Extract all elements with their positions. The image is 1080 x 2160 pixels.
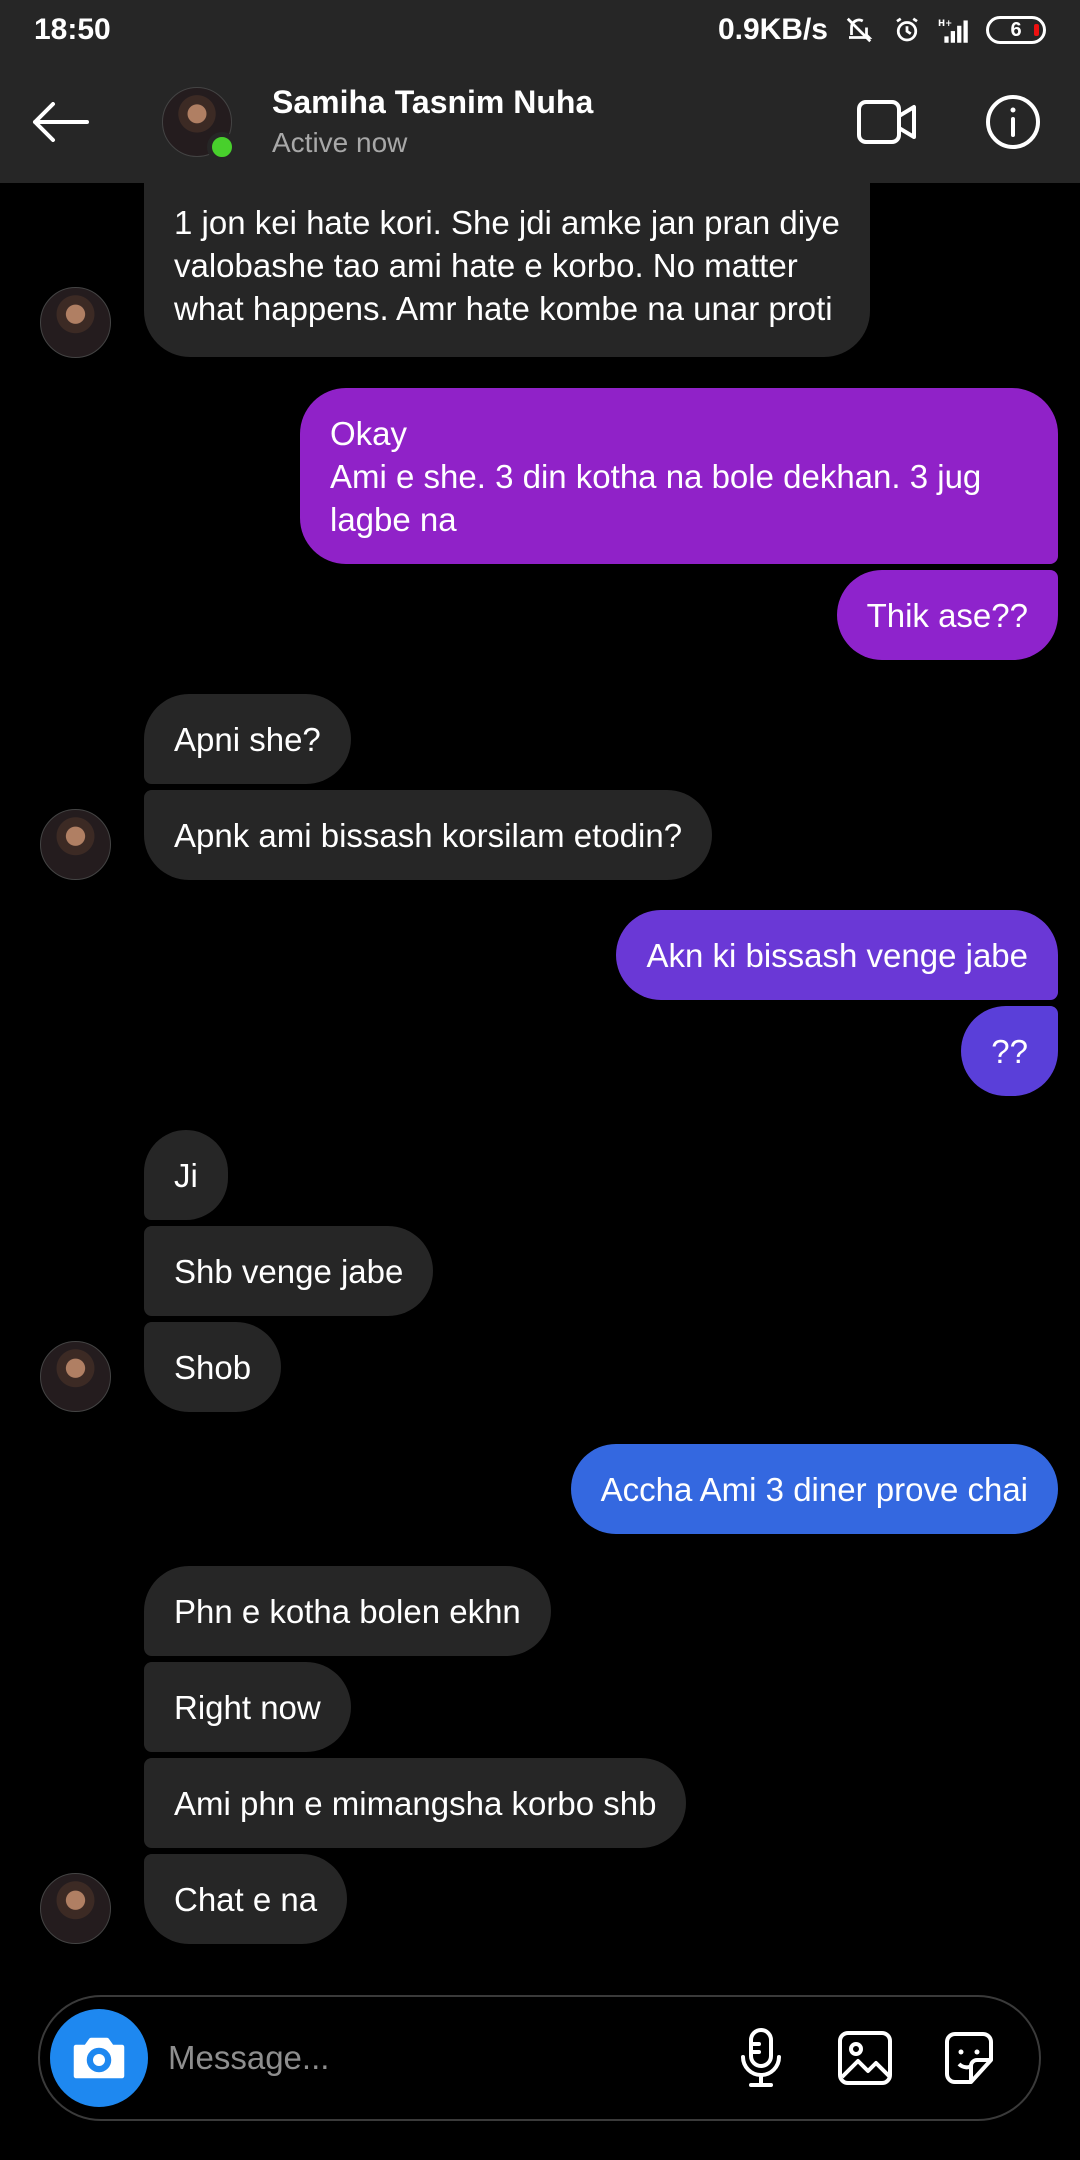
message-line: Shob xyxy=(174,1348,252,1386)
contact-avatar[interactable] xyxy=(162,86,237,162)
message-bubble-incoming[interactable]: Shb venge jabe xyxy=(144,1226,434,1316)
sender-avatar[interactable] xyxy=(40,1873,111,1944)
message-list[interactable]: 1 jon kei hate kori. She jdi amke jan pr… xyxy=(0,183,1080,1983)
message-line: Akn ki bissash venge jabe xyxy=(646,936,1028,974)
message-bubble-incoming[interactable]: Ji xyxy=(144,1130,228,1220)
message-line: 1 jon kei hate kori. She jdi amke jan pr… xyxy=(174,203,840,241)
message-bubble-incoming[interactable]: Apnk ami bissash korsilam etodin? xyxy=(144,790,713,880)
status-time: 18:50 xyxy=(34,13,111,46)
back-button[interactable] xyxy=(30,91,92,153)
battery-icon: 6 xyxy=(986,16,1046,44)
sender-avatar[interactable] xyxy=(40,809,111,880)
message-line: valobashe tao ami hate e korbo. No matte… xyxy=(174,246,798,284)
message-line: what happens. Amr hate kombe na unar pro… xyxy=(174,289,833,327)
message-line: Phn e kotha bolen ekhn xyxy=(174,1592,521,1630)
message-line: Ami phn e mimangsha korbo shb xyxy=(174,1784,657,1822)
mute-icon xyxy=(842,13,876,47)
message-line: Ami e she. 3 din kotha na bole dekhan. 3… xyxy=(330,457,982,495)
gallery-button[interactable] xyxy=(835,2028,895,2088)
contact-name: Samiha Tasnim Nuha xyxy=(272,84,594,120)
composer-actions xyxy=(731,2028,1029,2088)
message-line: Okay xyxy=(330,414,408,452)
message-line: ?? xyxy=(991,1032,1028,1070)
chat-header: Samiha Tasnim Nuha Active now xyxy=(0,60,1080,183)
battery-level: 6 xyxy=(1010,18,1022,41)
contact-info[interactable]: Samiha Tasnim Nuha Active now xyxy=(272,84,593,159)
contact-status: Active now xyxy=(272,127,408,158)
message-line: lagbe na xyxy=(330,500,457,538)
network-speed: 0.9KB/s xyxy=(717,13,828,46)
message-line: Ji xyxy=(174,1156,198,1194)
message-bubble-outgoing[interactable]: Akn ki bissash venge jabe xyxy=(616,910,1058,1000)
status-indicators: 0.9KB/s H+ 6 xyxy=(718,13,1046,47)
message-bubble-incoming[interactable]: Chat e na xyxy=(144,1854,348,1944)
message-bubble-outgoing[interactable]: Okay Ami e she. 3 din kotha na bole dekh… xyxy=(300,388,1058,564)
message-bubble-incoming[interactable]: Right now xyxy=(144,1662,351,1752)
message-bubble-outgoing[interactable]: Thik ase?? xyxy=(836,570,1058,660)
signal-icon: H+ xyxy=(938,13,972,47)
message-bubble-outgoing[interactable]: Accha Ami 3 diner prove chai xyxy=(570,1444,1058,1534)
message-composer xyxy=(38,1995,1041,2121)
message-line: Chat e na xyxy=(174,1880,318,1918)
message-line: Right now xyxy=(174,1688,321,1726)
header-actions xyxy=(856,91,1050,153)
message-bubble-outgoing[interactable]: ?? xyxy=(961,1006,1058,1096)
video-call-button[interactable] xyxy=(856,91,918,153)
message-bubble-incoming[interactable]: Ami phn e mimangsha korbo shb xyxy=(144,1758,687,1848)
alarm-icon xyxy=(890,13,924,47)
status-bar: 18:50 0.9KB/s H+ 6 xyxy=(0,0,1080,60)
sticker-button[interactable] xyxy=(939,2028,999,2088)
sender-avatar[interactable] xyxy=(40,287,111,358)
svg-text:H+: H+ xyxy=(938,19,952,29)
message-bubble-incoming[interactable]: Apni she? xyxy=(144,694,351,784)
message-bubble-incoming[interactable]: Shob xyxy=(144,1322,282,1412)
online-indicator xyxy=(207,131,237,162)
microphone-button[interactable] xyxy=(731,2028,791,2088)
message-bubble-incoming[interactable]: 1 jon kei hate kori. She jdi amke jan pr… xyxy=(144,183,870,357)
message-line: Accha Ami 3 diner prove chai xyxy=(600,1470,1028,1508)
message-line: Apni she? xyxy=(174,720,321,758)
message-line: Shb venge jabe xyxy=(174,1252,404,1290)
camera-button[interactable] xyxy=(50,2009,148,2107)
message-input[interactable] xyxy=(168,2039,731,2077)
message-line: Thik ase?? xyxy=(866,596,1028,634)
info-button[interactable] xyxy=(982,91,1044,153)
sender-avatar[interactable] xyxy=(40,1341,111,1412)
message-bubble-incoming[interactable]: Phn e kotha bolen ekhn xyxy=(144,1566,551,1656)
message-line: Apnk ami bissash korsilam etodin? xyxy=(174,816,683,854)
